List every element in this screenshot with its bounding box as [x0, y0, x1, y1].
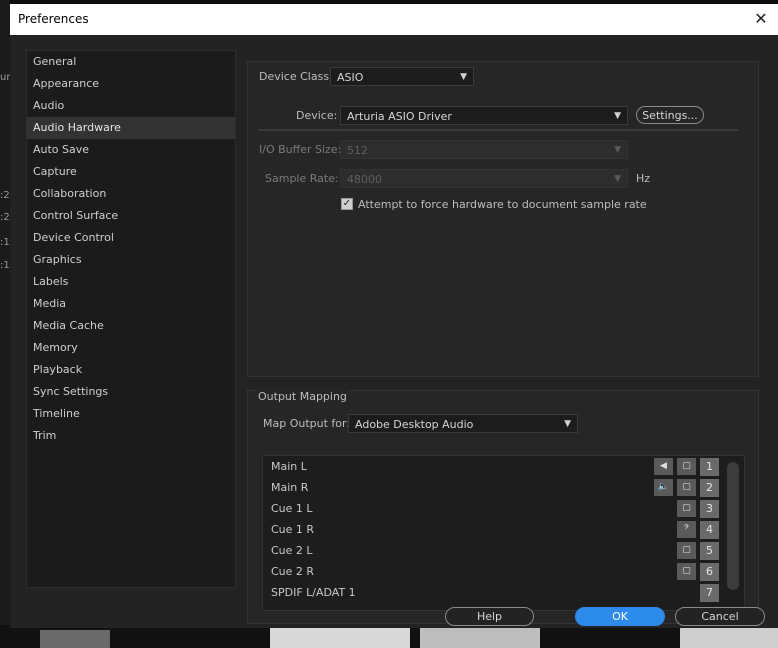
sidebar-item-auto-save[interactable]: Auto Save: [27, 139, 235, 161]
background-fragment: :1: [0, 237, 10, 248]
channel-number: 2: [700, 479, 719, 497]
sidebar-item-media[interactable]: Media: [27, 293, 235, 315]
device-dropdown[interactable]: Arturia ASIO Driver ▼: [340, 106, 628, 125]
background-thumbnail: [420, 627, 540, 648]
mapping-row-label: Cue 1 L: [271, 502, 313, 515]
sample-rate-dropdown[interactable]: 48000 ▼: [340, 169, 628, 188]
scroll-thumb[interactable]: [727, 462, 739, 590]
mapping-row-label: Cue 2 R: [271, 565, 315, 578]
frame-icon[interactable]: ▢: [677, 563, 696, 580]
sample-rate-value: 48000: [347, 173, 382, 186]
map-output-value: Adobe Desktop Audio: [355, 418, 474, 431]
preferences-sidebar: General Appearance Audio Audio Hardware Auto…: [26, 50, 236, 588]
mapping-row[interactable]: Main L ◀ ▢ 1: [263, 456, 744, 477]
background-thumbnail: [270, 627, 410, 648]
sidebar-item-timeline[interactable]: Timeline: [27, 403, 235, 425]
settings-button[interactable]: Settings...: [636, 106, 704, 124]
close-icon[interactable]: ✕: [744, 4, 778, 35]
background-fragment: :2: [0, 212, 10, 223]
chevron-down-icon: ▼: [564, 419, 571, 429]
channel-number: 6: [700, 563, 719, 581]
channel-number: 3: [700, 500, 719, 518]
mapping-row[interactable]: Cue 1 R 𝄢 4: [263, 519, 744, 540]
speaker-right-icon[interactable]: 🔈: [654, 479, 673, 496]
device-class-label: Device Class:: [259, 70, 333, 83]
frame-icon[interactable]: ▢: [677, 458, 696, 475]
speaker-left-icon[interactable]: ◀: [654, 458, 673, 475]
mapping-row-label: SPDIF L/ADAT 1: [271, 586, 356, 599]
map-output-label: Map Output for:: [263, 417, 351, 430]
device-class-value: ASIO: [337, 71, 364, 84]
output-mapping-list: SPDIF L/ADAT 1 7 Cue 2 R ▢ 6 Cue 2 L ▢ 5 Cue 1 R…: [262, 455, 745, 611]
sample-rate-unit: Hz: [636, 172, 651, 185]
frame-icon[interactable]: ▢: [677, 542, 696, 559]
mapping-row-label: Main L: [271, 460, 307, 473]
background-thumbnail: [40, 630, 110, 648]
background-app-edge: [0, 0, 10, 648]
buffer-size-dropdown[interactable]: 512 ▼: [340, 140, 628, 159]
sidebar-item-labels[interactable]: Labels: [27, 271, 235, 293]
output-mapping-panel: Output Mapping Map Output for: Adobe Des…: [247, 390, 759, 624]
background-fragment: ur: [0, 72, 11, 83]
sidebar-item-control-surface[interactable]: Control Surface: [27, 205, 235, 227]
background-thumbnail: [680, 627, 778, 648]
mapping-row[interactable]: Cue 1 L ▢ 3: [263, 498, 744, 519]
channel-number: 7: [700, 584, 719, 602]
device-class-dropdown[interactable]: ASIO ▼: [330, 67, 474, 86]
sidebar-item-memory[interactable]: Memory: [27, 337, 235, 359]
force-rate-checkbox[interactable]: ✓: [341, 198, 353, 210]
sidebar-item-audio[interactable]: Audio: [27, 95, 235, 117]
mapping-row-label: Main R: [271, 481, 309, 494]
audio-hardware-panel: Device Class: ASIO ▼ Device: Arturia ASI…: [247, 61, 759, 377]
bass-clef-icon[interactable]: 𝄢: [677, 521, 696, 538]
force-rate-label: Attempt to force hardware to document sa…: [358, 198, 647, 211]
sidebar-item-capture[interactable]: Capture: [27, 161, 235, 183]
map-output-dropdown[interactable]: Adobe Desktop Audio ▼: [348, 414, 578, 433]
device-value: Arturia ASIO Driver: [347, 110, 452, 123]
sidebar-item-device-control[interactable]: Device Control: [27, 227, 235, 249]
preferences-dialog: Preferences ✕ General Appearance Audio Audi…: [10, 4, 778, 628]
background-fragment: :2: [0, 190, 10, 201]
ok-button[interactable]: OK: [575, 607, 665, 626]
scrollbar[interactable]: [725, 460, 739, 610]
frame-icon[interactable]: ▢: [677, 479, 696, 496]
device-label: Device:: [296, 109, 338, 122]
sidebar-item-general[interactable]: General: [27, 51, 235, 73]
sample-rate-label: Sample Rate:: [265, 172, 339, 185]
chevron-down-icon: ▼: [614, 145, 621, 155]
chevron-down-icon: ▼: [614, 174, 621, 184]
chevron-down-icon: ▼: [614, 111, 621, 121]
sidebar-item-collaboration[interactable]: Collaboration: [27, 183, 235, 205]
sidebar-item-audio-hardware[interactable]: Audio Hardware: [27, 117, 235, 139]
divider: [258, 129, 738, 131]
channel-number: 1: [700, 458, 719, 476]
mapping-row-label: Cue 2 L: [271, 544, 313, 557]
sidebar-item-graphics[interactable]: Graphics: [27, 249, 235, 271]
buffer-size-label: I/O Buffer Size:: [259, 143, 342, 156]
chevron-down-icon: ▼: [460, 72, 467, 82]
sidebar-item-trim[interactable]: Trim: [27, 425, 235, 447]
dialog-title: Preferences: [18, 12, 89, 26]
buffer-size-value: 512: [347, 144, 368, 157]
cancel-button[interactable]: Cancel: [675, 607, 765, 626]
background-fragment: :1: [0, 260, 10, 271]
channel-number: 5: [700, 542, 719, 560]
channel-number: 4: [700, 521, 719, 539]
title-bar: Preferences ✕: [10, 4, 778, 35]
mapping-row[interactable]: SPDIF L/ADAT 1 7: [263, 582, 744, 603]
mapping-row-label: Cue 1 R: [271, 523, 315, 536]
mapping-row[interactable]: Cue 2 L ▢ 5: [263, 540, 744, 561]
mapping-row[interactable]: Cue 2 R ▢ 6: [263, 561, 744, 582]
sidebar-item-sync-settings[interactable]: Sync Settings: [27, 381, 235, 403]
output-mapping-title: Output Mapping: [256, 390, 349, 403]
mapping-row[interactable]: Main R 🔈 ▢ 2: [263, 477, 744, 498]
sidebar-item-media-cache[interactable]: Media Cache: [27, 315, 235, 337]
help-button[interactable]: Help: [445, 607, 534, 626]
sidebar-item-playback[interactable]: Playback: [27, 359, 235, 381]
sidebar-item-appearance[interactable]: Appearance: [27, 73, 235, 95]
frame-icon[interactable]: ▢: [677, 500, 696, 517]
